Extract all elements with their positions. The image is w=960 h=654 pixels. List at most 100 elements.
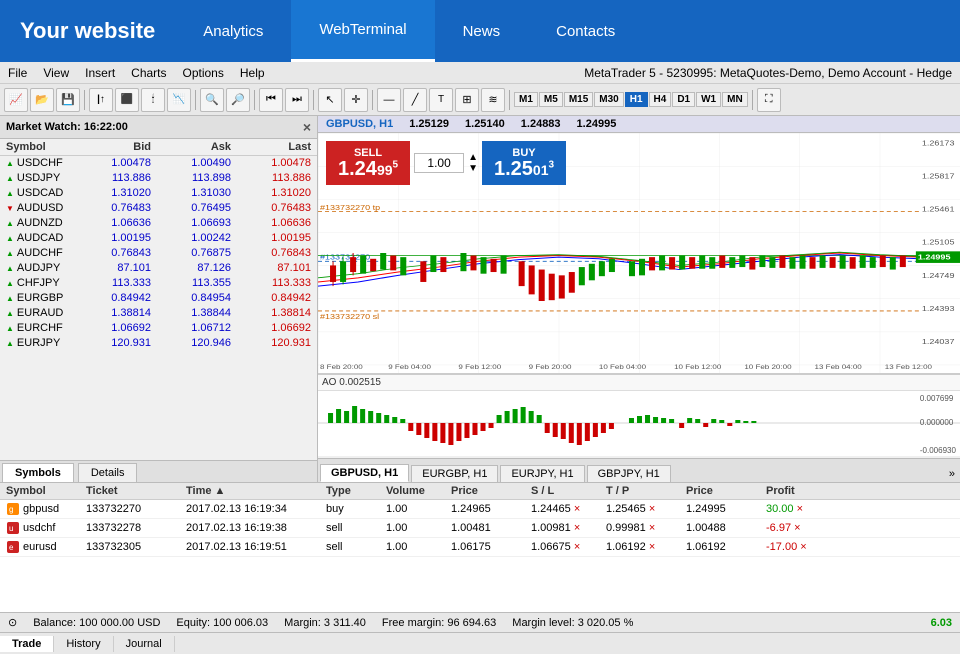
mw-row-eurgbp[interactable]: ▲ EURGBP 0.84942 0.84954 0.84942 xyxy=(0,291,317,306)
chart-main[interactable]: 1.26173 1.25817 1.25461 1.25105 1.24749 … xyxy=(318,133,960,373)
pos-icon-1: g xyxy=(6,502,20,516)
mw-row-chfjpy[interactable]: ▲ CHFJPY 113.333 113.355 113.333 xyxy=(0,276,317,291)
toolbar-shapes[interactable]: ⊞ xyxy=(455,88,479,112)
position-row-eurusd[interactable]: e eurusd 133732305 2017.02.13 16:19:51 s… xyxy=(0,538,960,557)
toolbar-fullscreen[interactable]: ⛶ xyxy=(757,88,781,112)
btab-journal[interactable]: Journal xyxy=(114,636,175,652)
toolbar-zoom-out[interactable]: 🔎 xyxy=(226,88,250,112)
profit-close-1[interactable]: × xyxy=(797,503,803,515)
tp-close-1[interactable]: × xyxy=(649,503,655,515)
tp-close-3[interactable]: × xyxy=(649,541,655,553)
toolbar-bar-chart[interactable]: ⬛ xyxy=(115,88,139,112)
qty-input[interactable] xyxy=(414,153,464,173)
sl-close-2[interactable]: × xyxy=(574,522,580,534)
toolbar-crosshair[interactable]: ✛ xyxy=(344,88,368,112)
market-watch-close[interactable]: × xyxy=(303,119,311,135)
toolbar-save[interactable]: 💾 xyxy=(56,88,80,112)
btab-history[interactable]: History xyxy=(54,636,113,652)
tf-h4[interactable]: H4 xyxy=(649,92,672,107)
chart-tab-eurjpy[interactable]: EURJPY, H1 xyxy=(500,465,584,482)
sym-bid: 1.00478 xyxy=(71,157,151,169)
sell-button[interactable]: SELL 1.24995 xyxy=(326,141,410,185)
qty-arrow-up[interactable]: ▲▼ xyxy=(468,152,478,174)
pos-time-2: 2017.02.13 16:19:38 xyxy=(186,522,326,534)
mw-row-eurchf[interactable]: ▲ EURCHF 1.06692 1.06712 1.06692 xyxy=(0,321,317,336)
menu-help[interactable]: Help xyxy=(240,66,265,80)
svg-text:1.25817: 1.25817 xyxy=(922,172,955,180)
tf-m1[interactable]: M1 xyxy=(514,92,538,107)
pos-tp-3: 1.06192 × xyxy=(606,541,686,553)
svg-text:1.26173: 1.26173 xyxy=(922,139,955,147)
chart-tab-gbpjpy[interactable]: GBPJPY, H1 xyxy=(587,465,671,482)
mw-row-audcad[interactable]: ▲ AUDCAD 1.00195 1.00242 1.00195 xyxy=(0,231,317,246)
toolbar-indicators[interactable]: ≋ xyxy=(481,88,505,112)
mw-row-audnzd[interactable]: ▲ AUDNZD 1.06636 1.06693 1.06636 xyxy=(0,216,317,231)
pos-symbol-2: u usdchf xyxy=(6,521,86,535)
profit-close-3[interactable]: × xyxy=(800,541,806,553)
mw-row-audchf[interactable]: ▲ AUDCHF 0.76843 0.76875 0.76843 xyxy=(0,246,317,261)
chart-tab-more[interactable]: » xyxy=(944,466,960,482)
nav-webterminal[interactable]: WebTerminal xyxy=(291,0,434,62)
toolbar-trendline[interactable]: ╱ xyxy=(403,88,427,112)
mw-tab-symbols[interactable]: Symbols xyxy=(2,463,74,482)
col-pos-volume: Volume xyxy=(386,485,451,497)
svg-text:1.24749: 1.24749 xyxy=(922,272,955,280)
tf-mn[interactable]: MN xyxy=(722,92,748,107)
position-row-gbpusd[interactable]: g gbpusd 133732270 2017.02.13 16:19:34 b… xyxy=(0,500,960,519)
toolbar-cursor[interactable]: ↖ xyxy=(318,88,342,112)
toolbar-text[interactable]: T xyxy=(429,88,453,112)
mw-row-usdchf[interactable]: ▲ USDCHF 1.00478 1.00490 1.00478 xyxy=(0,156,317,171)
toolbar-hline[interactable]: — xyxy=(377,88,401,112)
sym-name: ▲ EURAUD xyxy=(6,307,71,319)
toolbar-zoom-in[interactable]: 🔍 xyxy=(200,88,224,112)
toolbar-open[interactable]: 📂 xyxy=(30,88,54,112)
mw-row-euraud[interactable]: ▲ EURAUD 1.38814 1.38844 1.38814 xyxy=(0,306,317,321)
position-row-usdchf[interactable]: u usdchf 133732278 2017.02.13 16:19:38 s… xyxy=(0,519,960,538)
sym-last: 1.06636 xyxy=(231,217,311,229)
nav-news[interactable]: News xyxy=(435,0,529,62)
svg-text:1.24393: 1.24393 xyxy=(922,305,955,313)
buy-button[interactable]: BUY 1.25013 xyxy=(482,141,566,185)
btab-trade[interactable]: Trade xyxy=(0,636,54,652)
tf-buttons: M1 M5 M15 M30 H1 H4 D1 W1 MN xyxy=(514,92,748,107)
sym-last: 120.931 xyxy=(231,337,311,349)
sym-bid: 1.06636 xyxy=(71,217,151,229)
sl-close-3[interactable]: × xyxy=(574,541,580,553)
profit-close-2[interactable]: × xyxy=(794,522,800,534)
balance-icon: ⊙ xyxy=(8,616,17,629)
menu-options[interactable]: Options xyxy=(183,66,224,80)
nav-contacts[interactable]: Contacts xyxy=(528,0,643,62)
tp-close-2[interactable]: × xyxy=(649,522,655,534)
tf-w1[interactable]: W1 xyxy=(696,92,721,107)
toolbar-candle[interactable]: 🕯 xyxy=(141,88,165,112)
mw-row-eurjpy[interactable]: ▲ EURJPY 120.931 120.946 120.931 xyxy=(0,336,317,351)
nav-analytics[interactable]: Analytics xyxy=(175,0,291,62)
mw-row-audusd[interactable]: ▼ AUDUSD 0.76483 0.76495 0.76483 xyxy=(0,201,317,216)
mw-row-usdcad[interactable]: ▲ USDCAD 1.31020 1.31030 1.31020 xyxy=(0,186,317,201)
mw-tab-details[interactable]: Details xyxy=(78,463,138,482)
pos-sl-3: 1.06675 × xyxy=(531,541,606,553)
pos-profit-1: 30.00 × xyxy=(766,503,831,515)
menu-charts[interactable]: Charts xyxy=(131,66,166,80)
toolbar-scroll-left[interactable]: ⏮ xyxy=(259,88,283,112)
tf-d1[interactable]: D1 xyxy=(672,92,695,107)
toolbar-history[interactable]: |↑ xyxy=(89,88,113,112)
mw-row-audjpy[interactable]: ▲ AUDJPY 87.101 87.126 87.101 xyxy=(0,261,317,276)
menu-insert[interactable]: Insert xyxy=(85,66,115,80)
tf-h1[interactable]: H1 xyxy=(625,92,648,107)
menu-view[interactable]: View xyxy=(43,66,69,80)
chart-tab-eurgbp[interactable]: EURGBP, H1 xyxy=(411,465,498,482)
oscillator-area: AO 0.002515 xyxy=(318,373,960,458)
tf-m5[interactable]: M5 xyxy=(539,92,563,107)
tf-m15[interactable]: M15 xyxy=(564,92,593,107)
toolbar-line-chart[interactable]: 📉 xyxy=(167,88,191,112)
mw-row-usdjpy[interactable]: ▲ USDJPY 113.886 113.898 113.886 xyxy=(0,171,317,186)
toolbar-scroll-right[interactable]: ⏭ xyxy=(285,88,309,112)
menu-file[interactable]: File xyxy=(8,66,27,80)
chart-tab-gbpusd[interactable]: GBPUSD, H1 xyxy=(320,464,409,482)
pos-vol-2: 1.00 xyxy=(386,522,451,534)
tf-m30[interactable]: M30 xyxy=(594,92,623,107)
sl-close-1[interactable]: × xyxy=(574,503,580,515)
sym-last: 1.00478 xyxy=(231,157,311,169)
toolbar-new-chart[interactable]: 📈 xyxy=(4,88,28,112)
